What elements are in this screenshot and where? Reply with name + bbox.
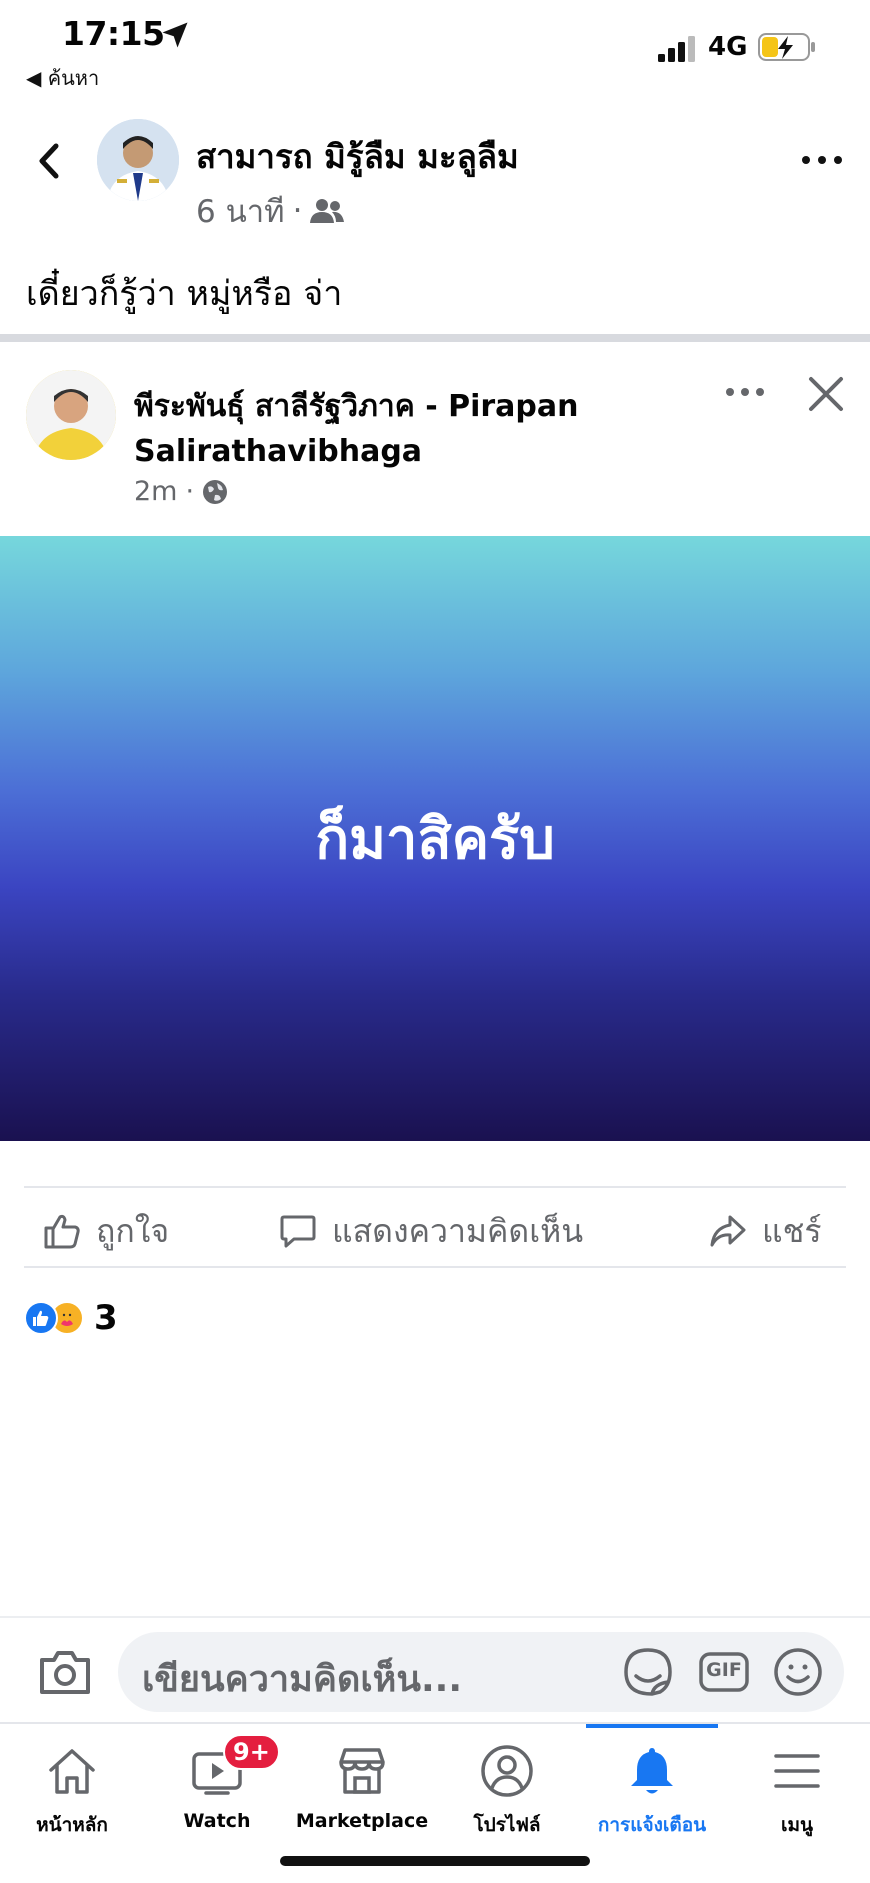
- tab-label: หน้าหลัก: [36, 1814, 108, 1836]
- tab-label: เมนู: [780, 1814, 813, 1836]
- avatar-image: [97, 119, 179, 201]
- like-label: ถูกใจ: [96, 1211, 170, 1250]
- tab-marketplace[interactable]: Marketplace: [290, 1734, 434, 1844]
- meta-separator: ·: [185, 476, 195, 507]
- shared-more-options-icon[interactable]: [724, 384, 766, 400]
- tab-watch[interactable]: 9+ Watch: [145, 1734, 289, 1844]
- tabbar-divider: [0, 1722, 870, 1724]
- banner-text: ก็มาสิครับ: [315, 807, 555, 872]
- tab-label: Marketplace: [295, 1810, 429, 1832]
- like-button[interactable]: ถูกใจ: [42, 1196, 169, 1266]
- network-type: 4G: [708, 32, 748, 62]
- gif-button[interactable]: GIF: [698, 1648, 750, 1696]
- meta-separator: ·: [292, 193, 303, 229]
- author-avatar[interactable]: [97, 119, 179, 201]
- tab-label: โปรไฟล์: [473, 1814, 541, 1836]
- tab-label: Watch: [183, 1810, 251, 1832]
- location-arrow-icon: [162, 22, 188, 48]
- tab-home[interactable]: หน้าหลัก: [0, 1734, 144, 1844]
- home-indicator[interactable]: [280, 1856, 590, 1866]
- like-reaction-icon: [24, 1301, 58, 1335]
- reaction-count: 3: [94, 1298, 118, 1338]
- composer-divider: [0, 1616, 870, 1618]
- post-actions: ถูกใจ แสดงความคิดเห็น แชร์: [24, 1196, 846, 1266]
- watch-badge: 9+: [223, 1734, 280, 1770]
- post-time: 6 นาที: [196, 194, 285, 230]
- globe-icon: [203, 479, 228, 504]
- avatar-image: [26, 370, 116, 460]
- actions-divider-top: [24, 1186, 846, 1188]
- shared-post-time: 2m: [134, 476, 178, 507]
- tab-notifications[interactable]: การแจ้งเตือน: [580, 1734, 724, 1844]
- section-divider: [0, 334, 870, 342]
- marketplace-icon: [339, 1748, 385, 1794]
- battery-charging-icon: [758, 33, 815, 61]
- emoji-icon[interactable]: [772, 1646, 824, 1698]
- tab-profile[interactable]: โปรไฟล์: [435, 1734, 579, 1844]
- author-name[interactable]: สามารถ มิรู้ลืม มะลูลืม: [196, 130, 519, 183]
- back-chevron-icon[interactable]: [30, 140, 70, 182]
- more-options-icon[interactable]: [800, 150, 844, 170]
- comment-icon: [280, 1215, 316, 1248]
- sticker-icon[interactable]: [622, 1646, 674, 1698]
- close-icon[interactable]: [806, 374, 846, 414]
- thumbs-up-icon: [44, 1214, 80, 1249]
- camera-icon[interactable]: [38, 1648, 92, 1696]
- gif-label: GIF: [706, 1659, 742, 1681]
- home-icon: [49, 1749, 95, 1794]
- tab-label: การแจ้งเตือน: [597, 1814, 707, 1836]
- status-bar: 17:15 ◀ ค้นหา 4G: [0, 0, 870, 96]
- active-tab-indicator: [586, 1724, 718, 1728]
- share-button[interactable]: แชร์: [708, 1196, 822, 1266]
- bell-icon: [631, 1748, 673, 1794]
- comment-input[interactable]: เขียนความคิดเห็น... GIF: [118, 1632, 844, 1712]
- comment-label: แสดงความคิดเห็น: [332, 1211, 584, 1250]
- reactions-summary[interactable]: 3: [24, 1298, 118, 1338]
- post-text: เดี๋ยวก็รู้ว่า หมู่หรือ จ่า: [26, 274, 343, 314]
- shared-post-meta: 2m ·: [134, 476, 228, 507]
- share-label: แชร์: [762, 1211, 822, 1250]
- tab-menu[interactable]: เมนู: [725, 1734, 869, 1844]
- profile-icon: [481, 1745, 533, 1797]
- text-post-banner: ก็มาสิครับ: [0, 536, 870, 1141]
- actions-divider-bottom: [24, 1266, 846, 1268]
- shared-author-name[interactable]: พีระพันธุ์ สาลีรัฐวิภาค - Pirapan Salira…: [134, 384, 594, 474]
- comment-button[interactable]: แสดงความคิดเห็น: [278, 1196, 583, 1266]
- post-meta: 6 นาที ·: [196, 186, 345, 236]
- comment-placeholder: เขียนความคิดเห็น...: [142, 1659, 462, 1700]
- shared-author-avatar[interactable]: [26, 370, 116, 460]
- status-time: 17:15: [62, 14, 165, 53]
- back-to-app-link[interactable]: ◀ ค้นหา: [26, 62, 99, 94]
- share-icon: [710, 1215, 746, 1247]
- menu-icon: [774, 1754, 820, 1788]
- friends-icon: [310, 199, 345, 223]
- cellular-signal-icon: [658, 36, 695, 62]
